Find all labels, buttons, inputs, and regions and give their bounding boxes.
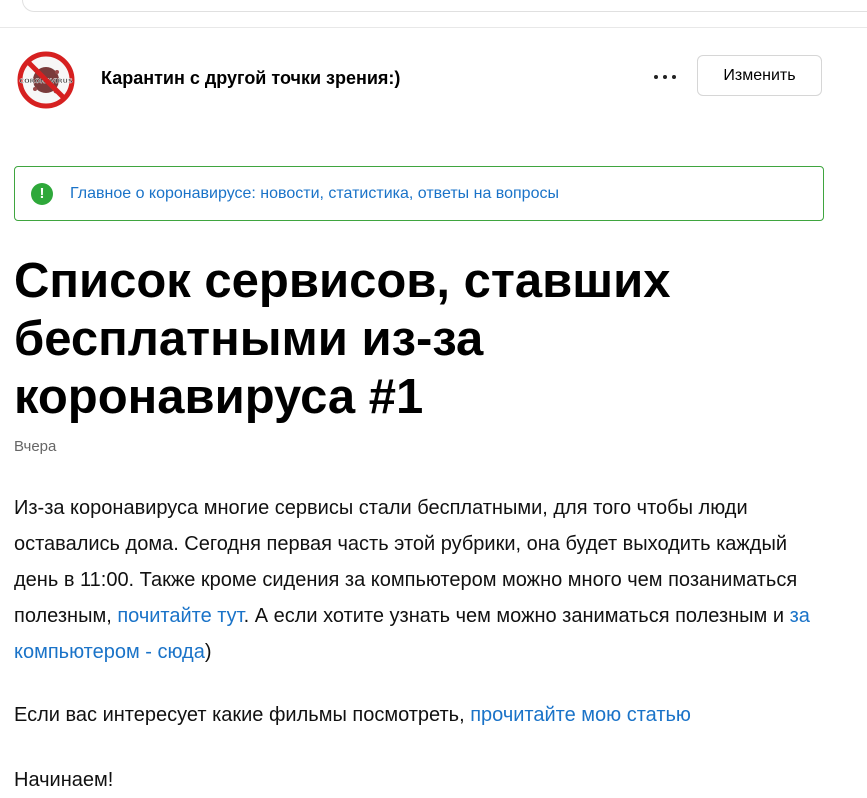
top-search-strip <box>0 0 867 28</box>
paragraph-text: Начинаем! <box>14 769 114 791</box>
notice-link[interactable]: Главное о коронавирусе: новости, статист… <box>70 184 559 204</box>
no-coronavirus-logo-icon: CORONAVIRUS <box>17 51 75 109</box>
channel-title[interactable]: Карантин с другой точки зрения:) <box>101 66 400 90</box>
exclamation-icon: ! <box>31 183 53 205</box>
more-options-button[interactable] <box>650 64 680 90</box>
read-here-link[interactable]: почитайте тут <box>117 605 243 627</box>
edit-button[interactable]: Изменить <box>697 55 822 96</box>
more-dot-icon <box>654 75 658 79</box>
publish-date: Вчера <box>14 438 57 455</box>
movies-article-link[interactable]: прочитайте мою статью <box>470 704 691 726</box>
paragraph-text: . А если хотите узнать чем можно занимат… <box>243 605 790 627</box>
article-paragraph: Начинаем! <box>14 762 814 798</box>
search-bar-edge[interactable] <box>22 0 867 12</box>
more-dot-icon <box>672 75 676 79</box>
article-paragraph: Если вас интересует какие фильмы посмотр… <box>14 697 814 733</box>
article-paragraph: Из-за коронавируса многие сервисы стали … <box>14 490 814 670</box>
more-dot-icon <box>663 75 667 79</box>
coronavirus-notice-banner[interactable]: ! Главное о коронавирусе: новости, стати… <box>14 166 824 221</box>
paragraph-text: ) <box>204 641 212 663</box>
article-title: Список сервисов, ставших бесплатными из-… <box>14 254 671 424</box>
paragraph-text: Если вас интересует какие фильмы посмотр… <box>14 704 471 726</box>
channel-avatar[interactable]: CORONAVIRUS <box>16 50 76 110</box>
